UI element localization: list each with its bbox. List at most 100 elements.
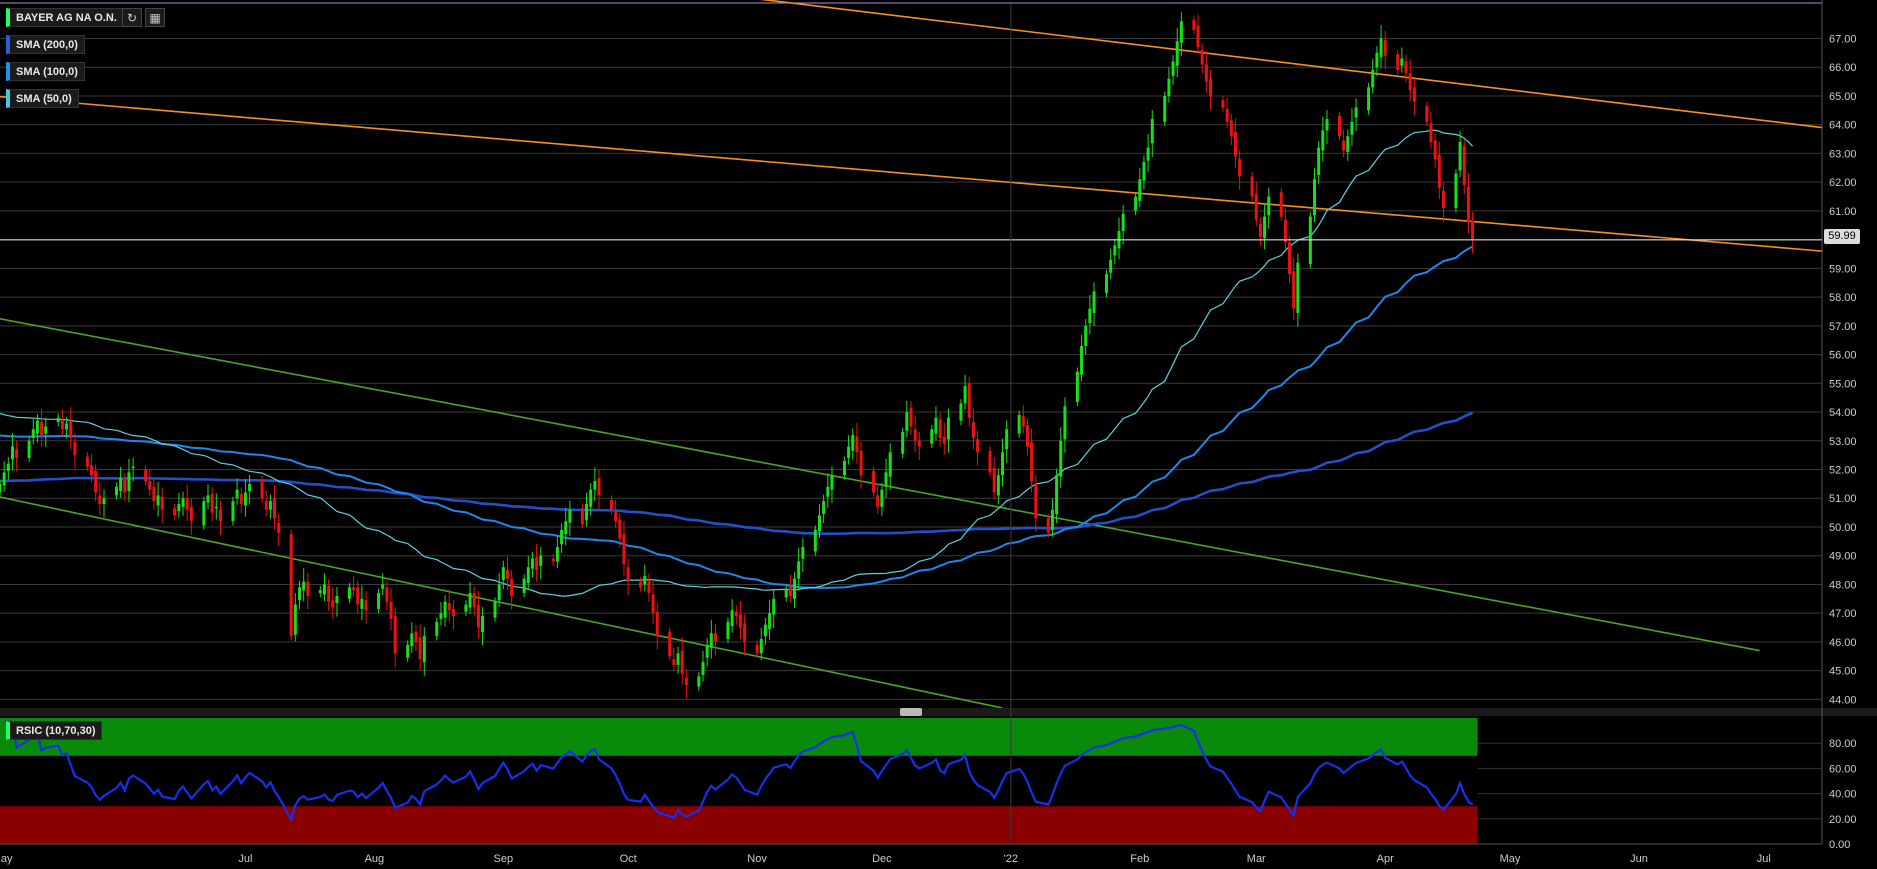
- candle-body: [1034, 483, 1038, 519]
- candle-body: [1383, 39, 1387, 56]
- candle-body: [651, 594, 655, 614]
- candle-body: [1001, 452, 1005, 476]
- candle-body: [160, 496, 164, 510]
- candle-body: [817, 515, 821, 532]
- price-tick-label: 45.00: [1829, 666, 1857, 678]
- candle-body: [913, 429, 917, 441]
- candle-body: [1325, 118, 1329, 131]
- candle-body: [1404, 61, 1408, 73]
- candle-body: [10, 446, 14, 460]
- candle-body: [942, 436, 946, 444]
- price-tick-label: 58.00: [1829, 292, 1857, 304]
- candle-body: [377, 593, 381, 609]
- candle-body: [298, 587, 302, 601]
- candle-body: [1075, 371, 1079, 402]
- candle-body: [680, 650, 684, 674]
- candle-body: [1167, 78, 1171, 96]
- candle-body: [697, 676, 701, 687]
- candle-body: [564, 521, 568, 535]
- candle-body: [930, 429, 934, 444]
- candle-body: [1050, 509, 1054, 530]
- candle-body: [443, 601, 447, 618]
- price-tick-label: 46.00: [1829, 637, 1857, 649]
- price-tick-label: 61.00: [1829, 206, 1857, 218]
- candle-body: [156, 495, 160, 506]
- candle-body: [713, 633, 717, 642]
- candle-body: [1196, 25, 1200, 48]
- rsi-legend[interactable]: RSIC (10,70,30): [6, 721, 103, 740]
- candle-body: [119, 478, 123, 492]
- candle-body: [734, 611, 738, 617]
- sma100-legend[interactable]: SMA (100,0): [6, 62, 85, 81]
- time-tick-label: Jun: [1630, 853, 1648, 865]
- chart-canvas[interactable]: 67.00 66.00 65.00 64.00 63.00 62.00 61.00 60.00…: [0, 0, 1877, 869]
- refresh-button[interactable]: ↻: [122, 8, 142, 27]
- candle-body: [439, 613, 443, 619]
- candle-body: [1025, 424, 1029, 447]
- rsi-tick-label: 40.00: [1829, 789, 1857, 801]
- candle-body: [801, 547, 805, 559]
- panel-splitter-handle[interactable]: [900, 708, 922, 716]
- candle-body: [152, 486, 156, 502]
- candle-body: [410, 633, 414, 647]
- candle-body: [1059, 440, 1063, 477]
- candle-body: [1142, 162, 1146, 181]
- price-tick-label: 50.00: [1829, 522, 1857, 534]
- candle-body: [1121, 213, 1125, 232]
- candle-body: [593, 480, 597, 490]
- candle-body: [555, 547, 559, 562]
- candle-body: [1379, 38, 1383, 58]
- candle-body: [826, 486, 830, 497]
- candle-body: [335, 595, 339, 604]
- candle-body: [1412, 87, 1416, 102]
- candle-body: [1375, 52, 1379, 68]
- candle-body: [1250, 176, 1254, 197]
- candle-body: [231, 501, 235, 522]
- candle-body: [1200, 49, 1204, 65]
- candle-body: [464, 604, 468, 612]
- instrument-legend[interactable]: BAYER AG NA O.N.: [6, 8, 124, 27]
- candle-body: [422, 636, 426, 663]
- candle-body: [589, 489, 593, 507]
- candle-body: [289, 534, 293, 637]
- candle-body: [1337, 116, 1341, 137]
- candle-body: [331, 600, 335, 608]
- candle-body: [976, 439, 980, 453]
- candle-body: [73, 442, 77, 456]
- candle-body: [539, 555, 543, 566]
- candle-body: [830, 475, 834, 490]
- time-tick-label: '22: [1004, 853, 1018, 865]
- candle-body: [364, 600, 368, 611]
- candle-body: [988, 450, 992, 473]
- candle-body: [1046, 518, 1050, 533]
- candle-body: [210, 493, 214, 513]
- candle-body: [901, 432, 905, 454]
- rsi-tick-label: 0.00: [1829, 839, 1850, 851]
- candle-body: [481, 616, 485, 632]
- candle-body: [535, 557, 539, 571]
- candle-body: [306, 581, 310, 596]
- sma50-legend[interactable]: SMA (50,0): [6, 89, 79, 108]
- price-tick-label: 47.00: [1829, 608, 1857, 620]
- candle-body: [27, 440, 31, 459]
- price-tick-label: 53.00: [1829, 436, 1857, 448]
- price-tick-label: 67.00: [1829, 33, 1857, 45]
- candle-body: [2, 472, 6, 486]
- candle-body: [1471, 220, 1475, 240]
- candle-body: [435, 621, 439, 637]
- price-tick-label: 48.00: [1829, 579, 1857, 591]
- candle-body: [1263, 216, 1267, 239]
- price-tick-label: 64.00: [1829, 120, 1857, 132]
- candle-body: [851, 435, 855, 451]
- candle-body: [102, 498, 106, 504]
- candle-body: [530, 558, 534, 569]
- rsi-tick-label: 20.00: [1829, 814, 1857, 826]
- candle-body: [185, 498, 189, 510]
- calculator-button[interactable]: ▦: [145, 8, 165, 27]
- time-tick-label: Feb: [1130, 853, 1149, 865]
- candle-body: [418, 637, 422, 660]
- candle-body: [934, 417, 938, 434]
- sma200-legend[interactable]: SMA (200,0): [6, 35, 85, 54]
- candle-body: [1462, 146, 1466, 186]
- candle-body: [1371, 70, 1375, 88]
